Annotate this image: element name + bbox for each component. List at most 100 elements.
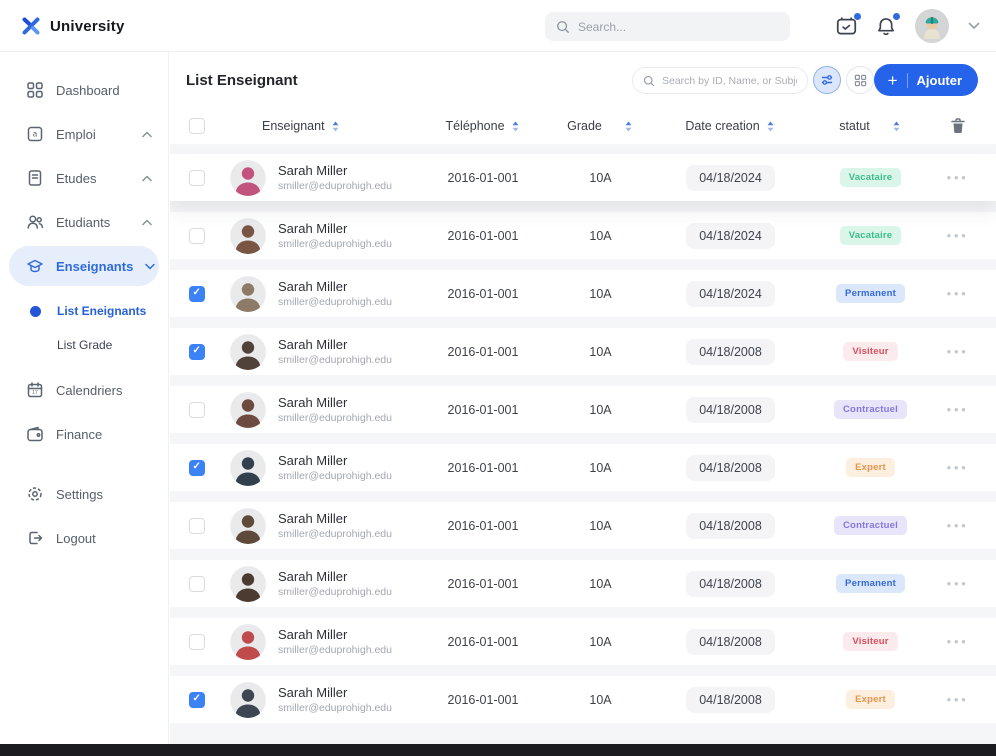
row-menu-button[interactable]: ●●● xyxy=(947,695,969,704)
teacher-avatar xyxy=(230,159,266,196)
sidebar-item-calendriers[interactable]: 17 Calendriers xyxy=(0,368,168,412)
row-checkbox[interactable] xyxy=(189,575,205,592)
date-creation-chip: 04/18/2024 xyxy=(686,164,775,191)
row-checkbox[interactable] xyxy=(189,459,205,476)
table-row: Sarah Miller smiller@eduprohigh.edu 2016… xyxy=(170,328,996,375)
status-badge: Visiteur xyxy=(843,342,898,361)
user-avatar[interactable] xyxy=(915,9,949,43)
sort-icon[interactable] xyxy=(891,120,902,133)
notifications-button[interactable] xyxy=(876,12,900,37)
bulk-delete-button[interactable] xyxy=(933,118,982,134)
teacher-avatar xyxy=(230,333,266,370)
sidebar-item-emploi[interactable]: a Emploi xyxy=(0,112,168,156)
sidebar-item-etudiants[interactable]: Etudiants xyxy=(0,200,168,244)
profile-menu-chevron-icon[interactable] xyxy=(968,22,980,30)
graduation-cap-icon xyxy=(26,257,44,275)
grid-view-button[interactable] xyxy=(846,66,874,94)
row-menu-button[interactable]: ●●● xyxy=(947,173,969,182)
select-all-checkbox[interactable] xyxy=(189,118,205,134)
phone-cell: 2016-01-001 xyxy=(447,634,519,649)
sidebar-item-logout[interactable]: Logout xyxy=(0,516,168,560)
phone-cell: 2016-01-001 xyxy=(447,344,519,359)
briefcase-icon: a xyxy=(26,125,44,143)
row-checkbox[interactable] xyxy=(189,633,205,650)
students-icon xyxy=(26,213,44,231)
brand-name: University xyxy=(50,17,125,35)
teacher-name: Sarah Miller xyxy=(278,279,348,294)
row-menu-button[interactable]: ●●● xyxy=(947,637,969,646)
sidebar-item-label: Etudes xyxy=(56,170,97,186)
grade-cell: 10A xyxy=(589,634,612,649)
teacher-avatar xyxy=(230,565,266,602)
table-row: Sarah Miller smiller@eduprohigh.edu 2016… xyxy=(170,560,996,607)
grade-cell: 10A xyxy=(589,286,612,301)
teacher-name: Sarah Miller xyxy=(278,453,348,468)
row-checkbox[interactable] xyxy=(189,169,205,186)
column-header-date-creation[interactable]: Date creation xyxy=(685,119,759,133)
row-menu-button[interactable]: ●●● xyxy=(947,579,969,588)
teacher-avatar xyxy=(230,217,266,254)
status-badge: Contractuel xyxy=(834,400,907,419)
table-row: Sarah Miller smiller@eduprohigh.edu 2016… xyxy=(170,618,996,665)
column-header-grade[interactable]: Grade xyxy=(567,119,602,133)
global-search[interactable] xyxy=(545,12,790,41)
sidebar-item-label: Finance xyxy=(56,426,103,442)
sidebar-item-etudes[interactable]: Etudes xyxy=(0,156,168,200)
svg-text:17: 17 xyxy=(32,390,38,396)
row-menu-button[interactable]: ●●● xyxy=(947,289,969,298)
row-checkbox[interactable] xyxy=(189,285,205,302)
grade-cell: 10A xyxy=(589,170,612,185)
row-menu-button[interactable]: ●●● xyxy=(947,463,969,472)
sidebar-subitem-label: List Eneignants xyxy=(57,304,147,318)
svg-text:a: a xyxy=(33,130,38,139)
table-search[interactable] xyxy=(632,67,808,94)
grade-cell: 10A xyxy=(589,692,612,707)
row-checkbox[interactable] xyxy=(189,343,205,360)
teacher-email: smiller@eduprohigh.edu xyxy=(278,412,392,424)
row-checkbox[interactable] xyxy=(189,691,205,708)
add-teacher-button[interactable]: + Ajouter xyxy=(873,64,978,96)
row-menu-button[interactable]: ●●● xyxy=(947,405,969,414)
row-checkbox[interactable] xyxy=(189,401,205,418)
teacher-avatar xyxy=(230,681,266,718)
sidebar-item-settings[interactable]: Settings xyxy=(0,472,168,516)
sidebar-item-label: Etudiants xyxy=(56,214,111,230)
search-icon xyxy=(556,20,570,34)
sidebar-item-enseignants[interactable]: Enseignants xyxy=(9,246,159,286)
date-creation-chip: 04/18/2024 xyxy=(686,280,775,307)
grade-cell: 10A xyxy=(589,576,612,591)
filter-button[interactable] xyxy=(813,66,841,94)
sort-icon[interactable] xyxy=(330,120,341,133)
status-badge: Permanent xyxy=(836,574,905,593)
table-search-input[interactable] xyxy=(662,74,797,87)
row-checkbox[interactable] xyxy=(189,517,205,534)
sidebar-item-dashboard[interactable]: Dashboard xyxy=(0,68,168,112)
sidebar-subitem-list-grade[interactable]: List Grade xyxy=(0,328,168,362)
status-badge: Contractuel xyxy=(834,516,907,535)
row-menu-button[interactable]: ●●● xyxy=(947,347,969,356)
column-header-enseignant[interactable]: Enseignant xyxy=(262,119,325,133)
global-search-input[interactable] xyxy=(578,19,779,34)
column-header-telephone[interactable]: Téléphone xyxy=(445,119,504,133)
status-badge: Expert xyxy=(846,458,895,477)
teacher-email: smiller@eduprohigh.edu xyxy=(278,238,392,250)
wallet-icon xyxy=(26,425,44,443)
sort-icon[interactable] xyxy=(623,120,634,133)
column-header-statut[interactable]: statut xyxy=(839,119,870,133)
logout-icon xyxy=(26,529,44,547)
teacher-name: Sarah Miller xyxy=(278,221,348,236)
row-checkbox[interactable] xyxy=(189,227,205,244)
row-menu-button[interactable]: ●●● xyxy=(947,231,969,240)
row-menu-button[interactable]: ●●● xyxy=(947,521,969,530)
sort-icon[interactable] xyxy=(510,120,521,133)
messages-button[interactable] xyxy=(836,13,861,36)
sidebar-subitem-list-enseignants[interactable]: List Eneignants xyxy=(0,294,168,328)
table-row: Sarah Miller smiller@eduprohigh.edu 2016… xyxy=(170,154,996,201)
main-content: List Enseignant + Ajouter Enseignant Tél… xyxy=(170,52,996,744)
sort-icon[interactable] xyxy=(765,120,776,133)
sidebar-item-finance[interactable]: Finance xyxy=(0,412,168,456)
grade-cell: 10A xyxy=(589,402,612,417)
date-creation-chip: 04/18/2008 xyxy=(686,512,775,539)
brand[interactable]: University xyxy=(20,0,125,52)
sidebar-item-label: Settings xyxy=(56,486,103,502)
